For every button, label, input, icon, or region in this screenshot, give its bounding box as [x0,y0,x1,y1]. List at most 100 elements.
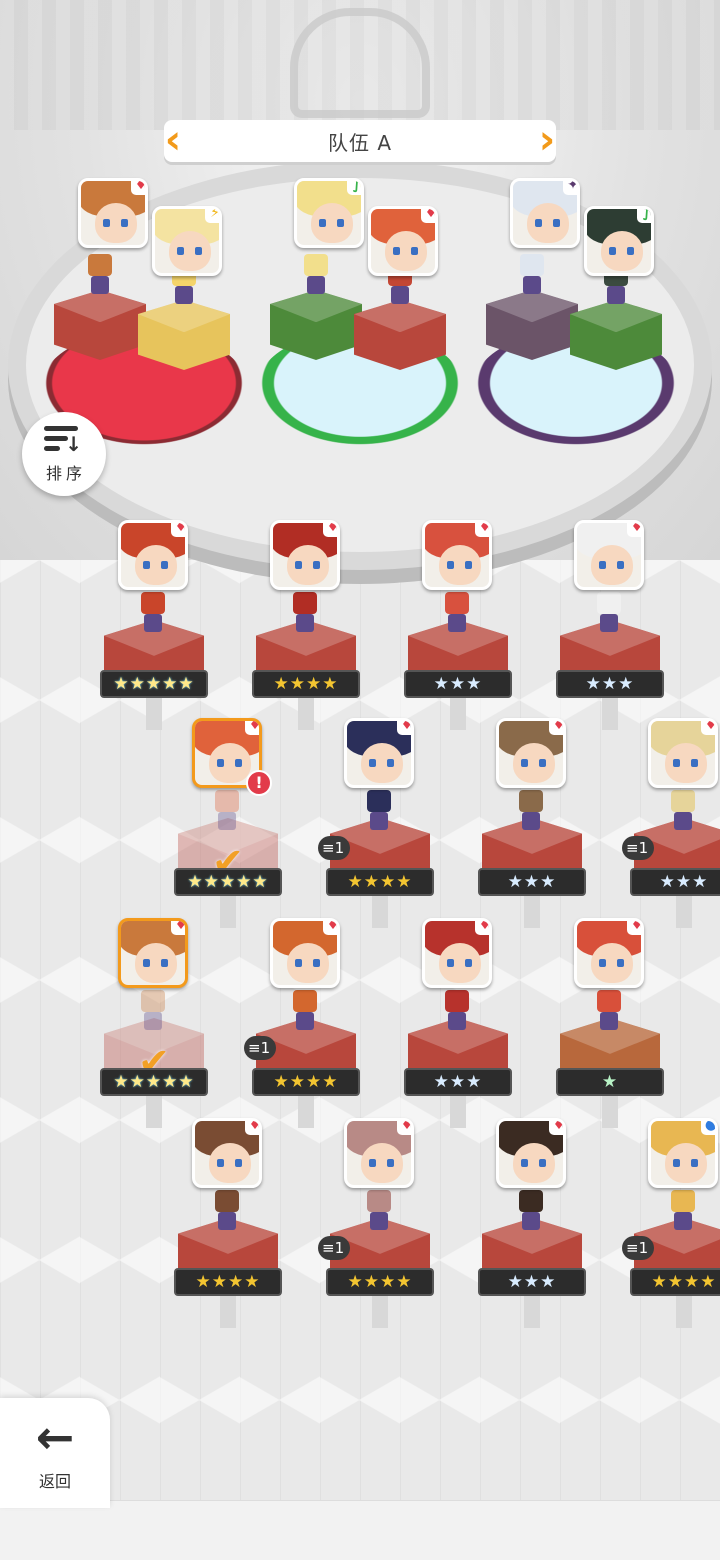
duplicate-count-badge: ≡1 [244,1036,277,1060]
star-rating: ★★★ [630,868,720,896]
fire-element-icon: ♦ [171,921,185,935]
hero-portrait[interactable]: ♦ [344,718,414,788]
star-rating: ★★★★ [174,1268,282,1296]
dark-element-icon: ✦ [563,181,577,195]
hero-sprite [440,990,474,1034]
hero-card[interactable]: ♦ ★★★ [402,918,514,1128]
hero-sprite [592,592,626,636]
star-rating: ★★★★★ [100,1068,208,1096]
sort-icon: ↓ [44,424,84,454]
back-button[interactable]: ← 返回 [0,1398,110,1508]
sort-button[interactable]: ↓ 排序 [22,412,106,496]
fire-element-icon: ♦ [171,523,185,537]
star-rating: ★★★ [556,670,664,698]
hero-sprite [514,1190,548,1234]
chevron-left-icon[interactable]: ‹ [160,120,186,162]
fire-element-icon: ♦ [323,921,337,935]
hero-sprite [362,790,396,834]
star-rating: ★★★ [478,868,586,896]
arena-emblem [290,8,430,118]
duplicate-count-badge: ≡1 [622,836,655,860]
hero-card[interactable]: ♦ ★★★★ [172,1118,284,1328]
star-rating: ★★★★★ [174,868,282,896]
hero-card[interactable]: ♦ ≡1 ★★★★ [318,1118,436,1328]
hero-portrait[interactable]: ♦ [648,718,718,788]
fire-element-icon: ♦ [549,721,563,735]
hero-portrait[interactable]: ♦ [78,178,148,248]
hero-card[interactable]: ♦ ✔ ★★★★★ [98,918,210,1128]
duplicate-count-badge: ≡1 [318,836,351,860]
hero-sprite [83,254,117,298]
light-element-icon: ⚡ [205,209,219,223]
fire-element-icon: ♦ [323,523,337,537]
star-rating: ★★★ [404,1068,512,1096]
hero-portrait[interactable]: ∫ [294,178,364,248]
team-selector: ‹ 队伍 A › [164,120,556,162]
hero-portrait[interactable]: ♦ [574,520,644,590]
hero-card[interactable]: ♦! ✔ ★★★★★ [172,718,284,928]
hero-card[interactable]: ♦ ★★★★★ [98,520,210,730]
hero-portrait[interactable]: ♦ [118,520,188,590]
fire-element-icon: ♦ [397,1121,411,1135]
hero-sprite [592,990,626,1034]
hero-portrait[interactable]: ♦ [496,1118,566,1188]
hero-portrait[interactable]: ♦ [574,918,644,988]
hero-sprite [136,592,170,636]
chevron-right-icon[interactable]: › [534,120,560,162]
team-title: 队伍 A [327,130,393,155]
hero-card[interactable]: ♦ ≡1 ★★★★ [318,718,436,928]
hero-portrait[interactable]: ♦ [270,520,340,590]
hero-card[interactable]: ● ≡1 ★★★★ [622,1118,720,1328]
hero-portrait[interactable]: ● [648,1118,718,1188]
hero-sprite [515,254,549,298]
hero-portrait[interactable]: ♦ [422,520,492,590]
hero-sprite [666,1190,700,1234]
fire-element-icon: ♦ [245,721,259,735]
hero-card[interactable]: ♦ ★★★ [476,718,588,928]
hero-sprite [514,790,548,834]
alert-icon: ! [246,770,272,796]
hero-portrait[interactable]: ♦ [496,718,566,788]
back-arrow-icon: ← [35,1410,75,1464]
hero-portrait[interactable]: ♦ [344,1118,414,1188]
star-rating: ★★★★ [326,868,434,896]
star-rating: ★★★ [404,670,512,698]
hero-card[interactable]: ♦ ★ [554,918,666,1128]
hero-portrait[interactable]: ✦ [510,178,580,248]
fire-element-icon: ♦ [421,209,435,223]
hero-card[interactable]: ♦ ★★★ [554,520,666,730]
fire-element-icon: ♦ [627,921,641,935]
duplicate-count-badge: ≡1 [318,1236,351,1260]
hero-portrait[interactable]: ♦ [270,918,340,988]
hero-sprite [362,1190,396,1234]
hero-card[interactable]: ♦ ★★★ [402,520,514,730]
hero-card[interactable]: ♦ ★★★ [476,1118,588,1328]
fire-element-icon: ♦ [245,1121,259,1135]
back-label: 返回 [38,1472,71,1491]
water-element-icon: ● [701,1121,715,1135]
hero-sprite [136,990,170,1034]
hero-card[interactable]: ♦ ≡1 ★★★ [622,718,720,928]
hero-sprite [288,592,322,636]
hero-card[interactable]: ♦ ★★★★ [250,520,362,730]
hero-portrait[interactable]: ∫ [584,206,654,276]
fire-element-icon: ♦ [627,523,641,537]
wind-element-icon: ∫ [347,181,361,195]
fire-element-icon: ♦ [131,181,145,195]
hero-portrait[interactable]: ♦ [368,206,438,276]
fire-element-icon: ♦ [397,721,411,735]
wind-element-icon: ∫ [637,209,651,223]
hero-portrait[interactable]: ♦ [192,1118,262,1188]
hero-sprite [440,592,474,636]
hero-sprite [666,790,700,834]
star-rating: ★★★★★ [100,670,208,698]
system-bottom-bar [0,1500,720,1560]
hero-card[interactable]: ♦ ≡1 ★★★★ [244,918,362,1128]
fire-element-icon: ♦ [549,1121,563,1135]
star-rating: ★ [556,1068,664,1096]
hero-portrait[interactable]: ⚡ [152,206,222,276]
fire-element-icon: ♦ [701,721,715,735]
hero-portrait[interactable]: ♦ [118,918,188,988]
hero-sprite [210,1190,244,1234]
hero-portrait[interactable]: ♦ [422,918,492,988]
